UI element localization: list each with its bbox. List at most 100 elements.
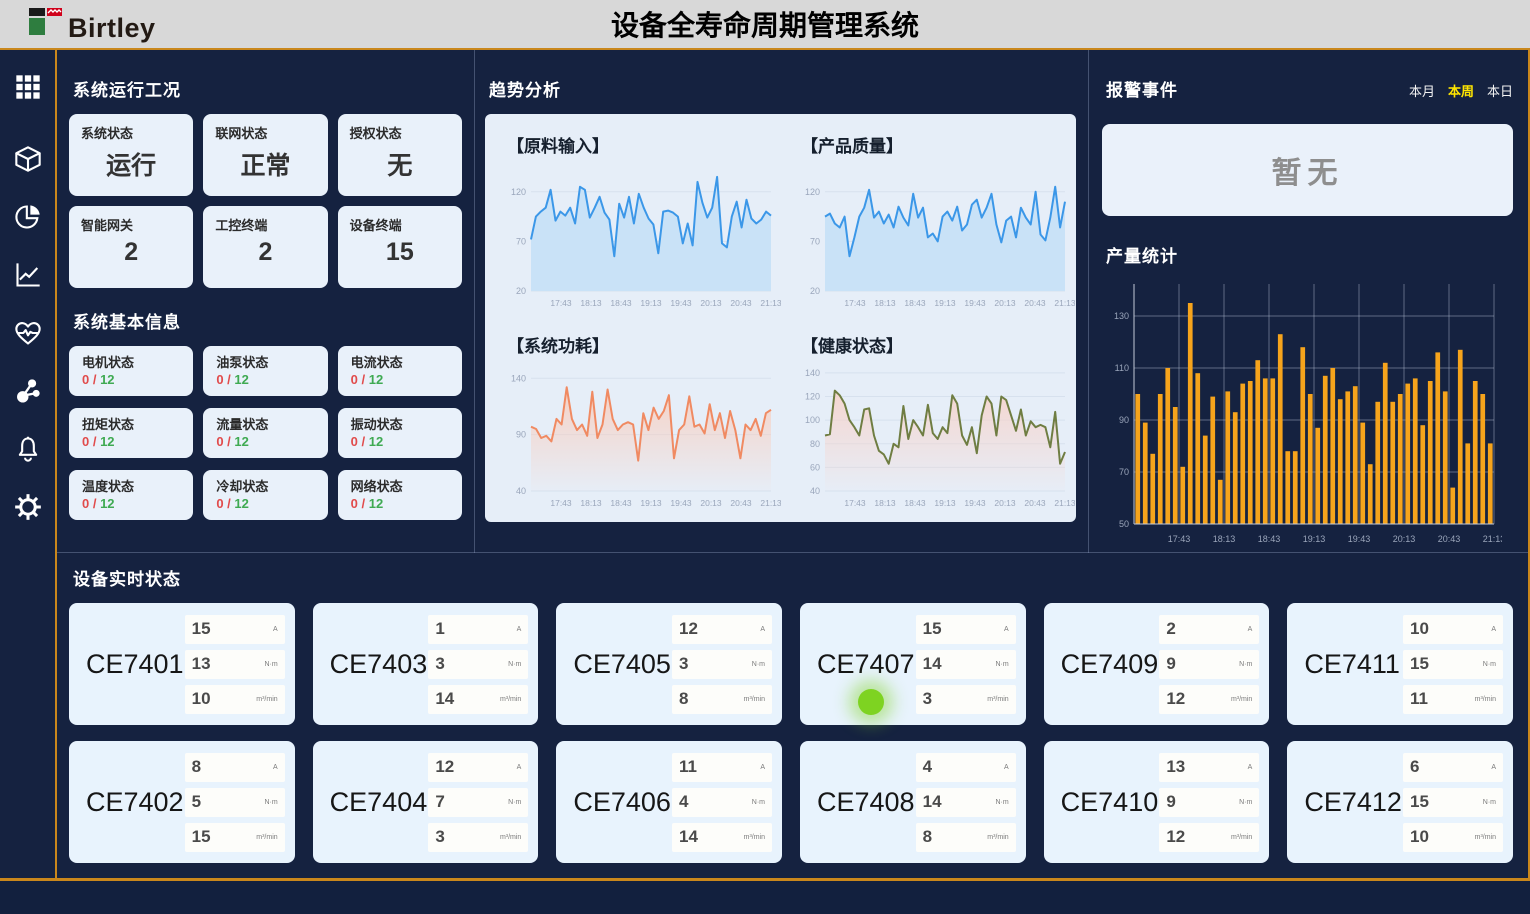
device-name: CE7403 xyxy=(313,649,429,680)
svg-text:40: 40 xyxy=(516,486,526,496)
svg-text:20: 20 xyxy=(810,286,820,296)
bell-icon[interactable] xyxy=(13,434,43,464)
info-card-counts: 0 / 12 xyxy=(82,434,115,449)
svg-text:17:43: 17:43 xyxy=(550,298,572,308)
status-indicator-dot xyxy=(858,689,884,715)
status-card-label: 设备终端 xyxy=(350,215,450,234)
device-value-row: 12 A xyxy=(428,753,528,782)
device-value: 13 xyxy=(192,654,211,674)
info-card: 电流状态 0 / 12 xyxy=(338,346,462,396)
section-alarm-production: 报警事件 本月本周本日 暂无 产量统计 13011090705017:4318:… xyxy=(1089,50,1528,553)
status-card: 系统状态 运行 xyxy=(69,114,193,196)
info-card-label: 扭矩状态 xyxy=(82,414,180,433)
alarm-empty-text: 暂无 xyxy=(1272,148,1344,192)
svg-text:19:13: 19:13 xyxy=(640,298,662,308)
device-value: 5 xyxy=(192,792,201,812)
devices-title: 设备实时状态 xyxy=(73,565,1513,590)
svg-text:21:13: 21:13 xyxy=(760,498,781,508)
device-unit: N·m xyxy=(752,661,765,668)
trend-chart-title: 【原料输入】 xyxy=(507,132,781,157)
device-value-row: 8 m³/min xyxy=(916,823,1016,852)
alarm-tab[interactable]: 本周 xyxy=(1448,81,1474,100)
device-card[interactable]: CE7401 15 A 13 N·m 10 m³/min xyxy=(69,603,295,725)
status-card-value: 运行 xyxy=(81,146,181,182)
device-card[interactable]: CE7402 8 A 5 N·m 15 m³/min xyxy=(69,741,295,863)
device-value-row: 15 m³/min xyxy=(185,823,285,852)
svg-text:18:13: 18:13 xyxy=(580,298,602,308)
device-unit: A xyxy=(517,626,522,633)
device-unit: A xyxy=(760,764,765,771)
gear-icon[interactable] xyxy=(13,492,43,522)
alarm-tab[interactable]: 本月 xyxy=(1409,81,1435,100)
device-values: 8 A 5 N·m 15 m³/min xyxy=(185,753,285,852)
device-card[interactable]: CE7403 1 A 3 N·m 14 m³/min xyxy=(313,603,539,725)
device-unit: N·m xyxy=(1483,661,1496,668)
status-card: 联网状态 正常 xyxy=(203,114,327,196)
device-card[interactable]: CE7410 13 A 9 N·m 12 m³/min xyxy=(1044,741,1270,863)
device-value: 15 xyxy=(1410,654,1429,674)
device-values: 15 A 14 N·m 3 m³/min xyxy=(916,615,1016,714)
apps-grid-icon[interactable] xyxy=(13,72,43,102)
svg-text:19:43: 19:43 xyxy=(670,498,692,508)
cube-icon[interactable] xyxy=(13,144,43,174)
device-card[interactable]: CE7411 10 A 15 N·m 11 m³/min xyxy=(1287,603,1513,725)
pie-chart-icon[interactable] xyxy=(13,202,43,232)
device-card[interactable]: CE7404 12 A 7 N·m 3 m³/min xyxy=(313,741,539,863)
device-value: 13 xyxy=(1166,757,1185,777)
svg-text:17:43: 17:43 xyxy=(550,498,572,508)
trend-chart-title: 【系统功耗】 xyxy=(507,332,781,357)
device-unit: m³/min xyxy=(1231,834,1252,841)
svg-text:70: 70 xyxy=(516,236,526,246)
svg-text:20:13: 20:13 xyxy=(994,298,1016,308)
device-unit: A xyxy=(1248,626,1253,633)
svg-text:21:13: 21:13 xyxy=(760,298,781,308)
device-value: 3 xyxy=(435,654,444,674)
device-unit: m³/min xyxy=(744,696,765,703)
device-name: CE7404 xyxy=(313,787,429,818)
device-card[interactable]: CE7409 2 A 9 N·m 12 m³/min xyxy=(1044,603,1270,725)
svg-text:20:43: 20:43 xyxy=(730,298,752,308)
device-unit: A xyxy=(1491,764,1496,771)
svg-text:19:13: 19:13 xyxy=(1303,534,1326,544)
device-value-row: 12 m³/min xyxy=(1159,685,1259,714)
device-name: CE7406 xyxy=(556,787,672,818)
svg-text:20: 20 xyxy=(516,286,526,296)
page-title: 设备全寿命周期管理系统 xyxy=(0,4,1530,44)
device-value: 8 xyxy=(923,827,932,847)
info-card-label: 油泵状态 xyxy=(216,352,314,371)
device-value: 15 xyxy=(192,619,211,639)
device-card[interactable]: CE7407 15 A 14 N·m 3 m³/min xyxy=(800,603,1026,725)
info-card-label: 电流状态 xyxy=(351,352,449,371)
status-card-label: 授权状态 xyxy=(350,123,450,142)
info-card-counts: 0 / 12 xyxy=(216,372,249,387)
device-unit: m³/min xyxy=(500,696,521,703)
info-card: 温度状态 0 / 12 xyxy=(69,470,193,520)
device-value: 8 xyxy=(192,757,201,777)
device-value-row: 11 m³/min xyxy=(1403,685,1503,714)
device-card[interactable]: CE7408 4 A 14 N·m 8 m³/min xyxy=(800,741,1026,863)
device-values: 4 A 14 N·m 8 m³/min xyxy=(916,753,1016,852)
device-value-row: 11 A xyxy=(672,753,772,782)
device-card[interactable]: CE7412 6 A 15 N·m 10 m³/min xyxy=(1287,741,1513,863)
status-card: 授权状态 无 xyxy=(338,114,462,196)
device-name: CE7402 xyxy=(69,787,185,818)
line-chart-icon[interactable] xyxy=(13,260,43,290)
device-value-row: 15 A xyxy=(916,615,1016,644)
info-card-label: 电机状态 xyxy=(82,352,180,371)
svg-text:40: 40 xyxy=(810,486,820,496)
health-heart-icon[interactable] xyxy=(13,318,43,348)
device-card[interactable]: CE7405 12 A 3 N·m 8 m³/min xyxy=(556,603,782,725)
info-card-label: 流量状态 xyxy=(216,414,314,433)
device-unit: N·m xyxy=(752,799,765,806)
svg-text:80: 80 xyxy=(810,439,820,449)
device-value-row: 3 N·m xyxy=(428,650,528,679)
device-name: CE7412 xyxy=(1287,787,1403,818)
device-unit: m³/min xyxy=(1231,696,1252,703)
molecule-icon[interactable] xyxy=(13,376,43,406)
device-card[interactable]: CE7406 11 A 4 N·m 14 m³/min xyxy=(556,741,782,863)
device-value-row: 14 N·m xyxy=(916,650,1016,679)
status-card-label: 联网状态 xyxy=(215,123,315,142)
status-card-label: 智能网关 xyxy=(81,215,181,234)
alarm-tab[interactable]: 本日 xyxy=(1487,81,1513,100)
device-name: CE7405 xyxy=(556,649,672,680)
